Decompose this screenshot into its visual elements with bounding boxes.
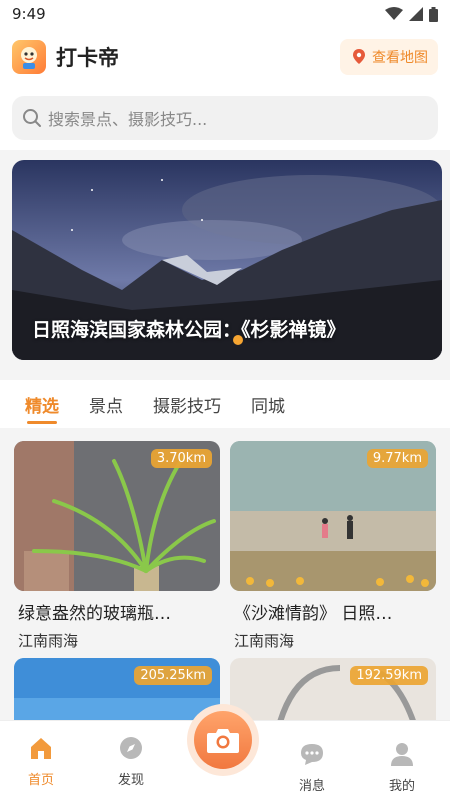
banner-title: 日照海滨国家森林公园：《杉影禅镜》 [32,319,346,341]
wifi-icon [385,7,403,20]
nav-discover-label: 发现 [117,773,144,788]
tab-featured[interactable]: 精选 [25,380,59,428]
chat-icon [301,744,323,765]
distance-badge: 205.25km [134,666,212,685]
banner-carousel[interactable]: 日照海滨国家森林公园：《杉影禅镜》 [12,160,442,360]
post-image: 3.70km [14,441,220,591]
search-input[interactable]: 搜索景点、摄影技巧... [12,96,438,140]
search-placeholder: 搜索景点、摄影技巧... [48,110,208,129]
status-bar: 9:49 [0,0,450,28]
status-icons [385,6,438,22]
tab-same-city[interactable]: 同城 [251,380,285,428]
nav-messages-label: 消息 [298,779,325,794]
search-bar: 搜索景点、摄影技巧... [0,86,450,150]
post-card[interactable]: 9.77km 《沙滩情韵》 日照… 江南雨海 [230,441,436,651]
post-image: 9.77km [230,441,436,591]
carousel-indicator[interactable] [233,335,243,345]
post-author: 江南雨海 [234,632,295,650]
user-icon [391,743,413,766]
app-logo [12,40,46,74]
battery-icon [429,6,438,22]
post-title: 《沙滩情韵》 日照… [234,604,393,624]
distance-badge: 9.77km [366,449,428,468]
tab-photo-tips[interactable]: 摄影技巧 [153,380,221,428]
home-icon [31,738,51,759]
distance-badge: 3.70km [150,449,212,468]
nav-home[interactable]: 首页 [6,735,76,788]
nav-home-label: 首页 [27,773,54,788]
distance-badge: 192.59km [350,666,428,685]
camera-button[interactable] [194,711,252,769]
nav-messages[interactable]: 消息 [277,741,347,794]
view-map-label: 查看地图 [372,50,428,66]
nav-profile[interactable]: 我的 [367,741,437,794]
camera-icon [207,729,239,753]
map-pin-icon [353,49,365,64]
app-header: 打卡帝 查看地图 [0,28,450,86]
category-tabs: 精选 景点 摄影技巧 同城 [0,380,450,428]
camera-fab-ring [187,704,259,776]
post-card[interactable]: 3.70km 绿意盎然的玻璃瓶… 江南雨海 [14,441,220,651]
tab-attractions[interactable]: 景点 [89,380,123,428]
nav-discover[interactable]: 发现 [96,735,166,788]
app-name: 打卡帝 [56,46,119,70]
nav-profile-label: 我的 [388,779,415,794]
post-author: 江南雨海 [18,632,79,650]
status-time: 9:49 [12,5,46,23]
signal-icon [409,7,423,21]
view-map-button[interactable]: 查看地图 [340,39,438,75]
compass-icon [120,737,142,759]
post-title: 绿意盎然的玻璃瓶… [18,604,171,624]
search-icon [23,109,41,127]
